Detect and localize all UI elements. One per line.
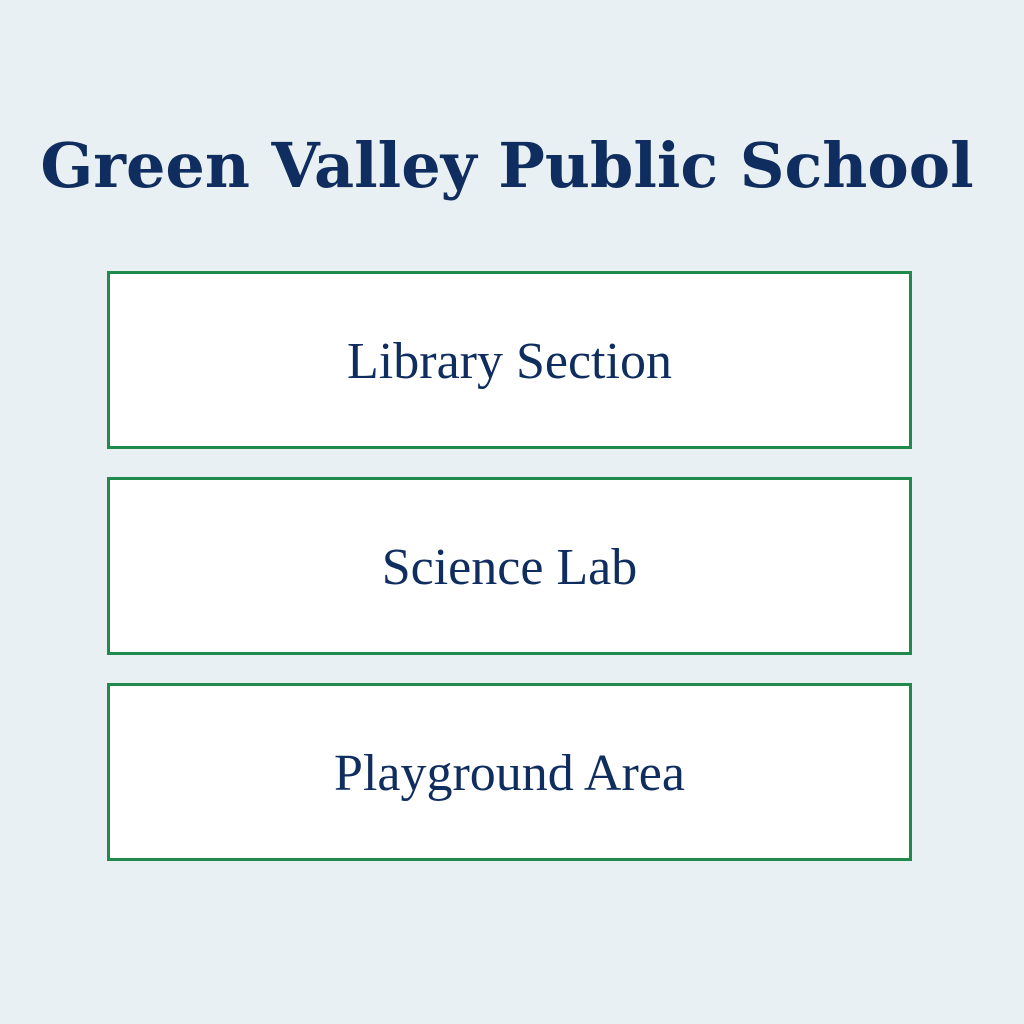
section-item-label: Playground Area [334,745,685,802]
section-item-label: Science Lab [381,539,638,596]
section-list: Library Section Science Lab Playground A… [107,271,912,861]
section-item-library[interactable]: Library Section [107,271,912,449]
section-item-label: Library Section [347,333,672,390]
section-item-playground[interactable]: Playground Area [107,683,912,861]
page-title: Green Valley Public School [40,129,974,202]
section-item-science-lab[interactable]: Science Lab [107,477,912,655]
